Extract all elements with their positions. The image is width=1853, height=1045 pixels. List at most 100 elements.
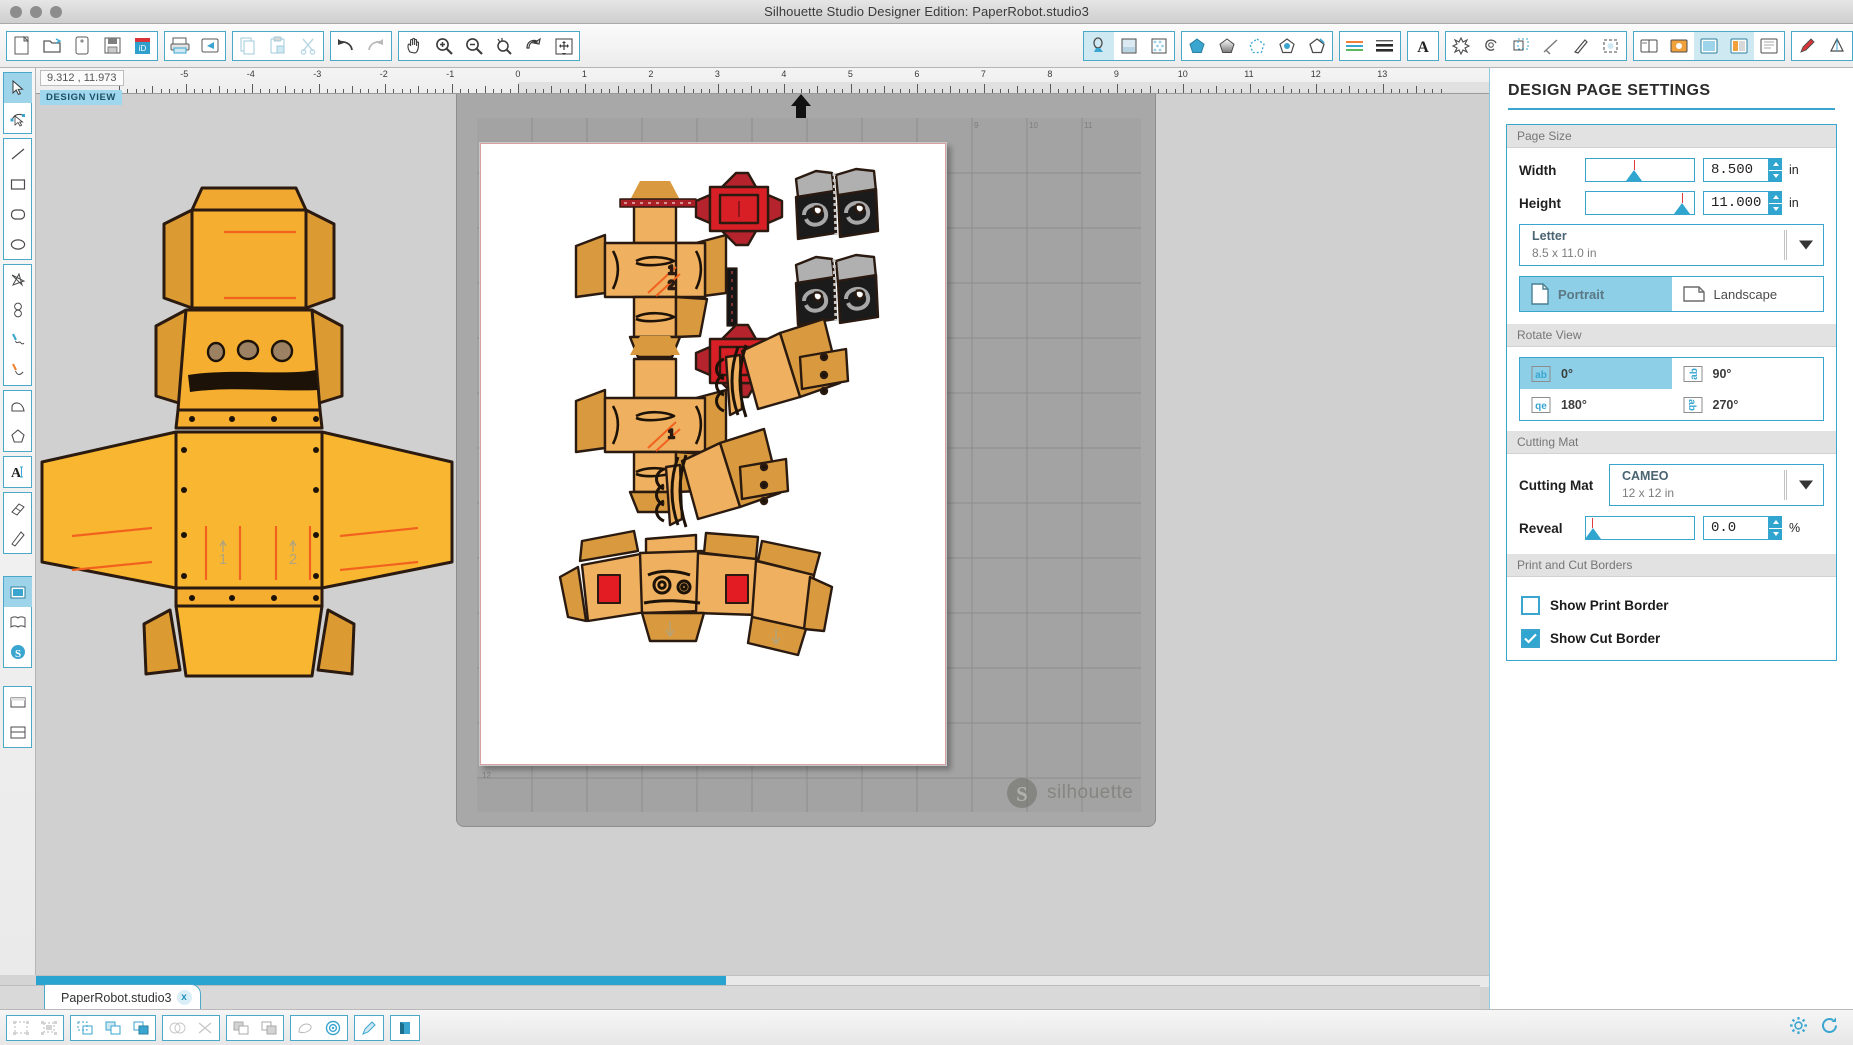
open-folder-icon[interactable]: [37, 32, 67, 60]
width-stepper[interactable]: [1769, 158, 1782, 182]
sketch-pen-icon[interactable]: [355, 1016, 383, 1040]
design-page-icon[interactable]: [1694, 31, 1724, 60]
cut-settings-icon[interactable]: [1754, 32, 1784, 60]
preferences-gear-icon[interactable]: [1789, 1016, 1808, 1040]
line-thickness-icon[interactable]: [1340, 32, 1370, 60]
show-cut-border-checkbox[interactable]: [1521, 629, 1540, 648]
reveal-stepper[interactable]: [1769, 516, 1782, 540]
zoom-out-icon[interactable]: [459, 32, 489, 60]
height-stepper[interactable]: [1769, 191, 1782, 215]
line-style-icon[interactable]: [1302, 32, 1332, 60]
rotate-180-button[interactable]: qe 180°: [1520, 389, 1672, 420]
close-window-button[interactable]: [10, 5, 22, 18]
freehand-tool-icon[interactable]: [4, 325, 32, 355]
page-fill-icon[interactable]: [1114, 32, 1144, 60]
minimize-window-button[interactable]: [30, 5, 42, 18]
cutting-mat-dropdown[interactable]: CAMEO 12 x 12 in: [1609, 464, 1824, 506]
send-view-icon[interactable]: [4, 687, 32, 717]
page-size-preset-dropdown[interactable]: Letter 8.5 x 11.0 in: [1519, 224, 1824, 266]
group-icon[interactable]: [7, 1016, 35, 1040]
orientation-portrait-button[interactable]: Portrait: [1520, 277, 1672, 311]
show-print-border-checkbox[interactable]: [1521, 596, 1540, 615]
bring-to-front-icon[interactable]: [99, 1016, 127, 1040]
preview-view-icon[interactable]: [4, 717, 32, 747]
show-print-border-row[interactable]: Show Print Border: [1521, 596, 1824, 615]
undo-arrow-icon[interactable]: [331, 32, 361, 60]
offset-ring-icon[interactable]: [319, 1016, 347, 1040]
transform-icon[interactable]: [1446, 32, 1476, 60]
fill-pattern-icon[interactable]: [1242, 32, 1272, 60]
send-panel-icon[interactable]: [1724, 31, 1754, 60]
height-stepper-up[interactable]: [1769, 191, 1782, 204]
page-flip-icon[interactable]: [391, 1016, 419, 1040]
line-tool-icon[interactable]: [4, 139, 32, 169]
width-stepper-up[interactable]: [1769, 158, 1782, 171]
scissors-cut-icon[interactable]: [293, 32, 323, 60]
library-view-icon[interactable]: [4, 607, 32, 637]
reveal-slider[interactable]: [1585, 516, 1695, 540]
refresh-icon[interactable]: [1820, 1016, 1839, 1040]
page-pattern-icon[interactable]: [1144, 32, 1174, 60]
window-controls[interactable]: [10, 5, 62, 18]
replicate-icon[interactable]: [1476, 32, 1506, 60]
pan-hand-icon[interactable]: [399, 32, 429, 60]
chevron-down-icon[interactable]: [1799, 480, 1813, 490]
printer-icon[interactable]: [165, 32, 195, 60]
design-page[interactable]: 1 2 1: [479, 142, 947, 766]
store-icon[interactable]: [1664, 32, 1694, 60]
text-style-bars-icon[interactable]: [1370, 32, 1400, 60]
height-slider[interactable]: [1585, 191, 1695, 215]
rounded-rectangle-tool-icon[interactable]: [4, 199, 32, 229]
text-tool-icon[interactable]: A: [4, 457, 32, 487]
fit-to-window-icon[interactable]: [519, 32, 549, 60]
reveal-stepper-down[interactable]: [1769, 528, 1782, 540]
offset-icon[interactable]: [1506, 32, 1536, 60]
save-floppy-icon[interactable]: [97, 32, 127, 60]
zoom-fit-page-icon[interactable]: [549, 32, 579, 60]
width-stepper-down[interactable]: [1769, 170, 1782, 182]
store-library-icon[interactable]: iD: [127, 32, 157, 60]
rotate-0-button[interactable]: ab 0°: [1520, 358, 1672, 389]
design-page-settings-icon[interactable]: [1084, 31, 1114, 60]
redo-arrow-icon[interactable]: [361, 32, 391, 60]
height-stepper-down[interactable]: [1769, 203, 1782, 215]
edit-points-icon[interactable]: [4, 103, 32, 133]
select-arrow-icon[interactable]: [4, 73, 32, 103]
ellipse-tool-icon[interactable]: [4, 229, 32, 259]
eraser-tool-icon[interactable]: [4, 493, 32, 523]
send-to-cut-icon[interactable]: [195, 32, 225, 60]
reveal-input[interactable]: 0.0: [1703, 516, 1769, 540]
shadow-icon[interactable]: [291, 1016, 319, 1040]
knife-icon[interactable]: [1566, 32, 1596, 60]
library-icon[interactable]: [1634, 32, 1664, 60]
artwork-robot-body-large[interactable]: 1 2: [36, 180, 454, 680]
paste-icon[interactable]: [263, 32, 293, 60]
rotate-90-button[interactable]: ab 90°: [1672, 358, 1824, 389]
chevron-down-icon[interactable]: [1799, 240, 1813, 250]
curve-tool-icon[interactable]: [4, 295, 32, 325]
detach-lines-icon[interactable]: [191, 1016, 219, 1040]
trace-icon[interactable]: [1596, 32, 1626, 60]
send-to-back-icon[interactable]: [127, 1016, 155, 1040]
show-cut-border-row[interactable]: Show Cut Border: [1521, 629, 1824, 648]
sketch-pen-fill-icon[interactable]: [1792, 32, 1822, 60]
rectangle-tool-icon[interactable]: [4, 169, 32, 199]
orientation-landscape-button[interactable]: Landscape: [1672, 277, 1824, 311]
new-from-mat-icon[interactable]: [67, 32, 97, 60]
text-options-icon[interactable]: A: [1408, 32, 1438, 60]
regular-polygon-tool-icon[interactable]: [4, 421, 32, 451]
arrange-icon[interactable]: [255, 1016, 283, 1040]
smooth-freehand-tool-icon[interactable]: [4, 355, 32, 385]
zoom-window-button[interactable]: [50, 5, 62, 18]
modify-icon[interactable]: [1822, 32, 1852, 60]
cutting-mat[interactable]: 9 10 11 12 1 2 1 S silhouette: [456, 94, 1156, 827]
ungroup-icon[interactable]: [35, 1016, 63, 1040]
rotate-270-button[interactable]: ab 270°: [1672, 389, 1824, 420]
fill-color-icon[interactable]: [1182, 32, 1212, 60]
copy-icon[interactable]: [233, 32, 263, 60]
new-document-icon[interactable]: [7, 32, 37, 60]
make-compound-path-icon[interactable]: [71, 1016, 99, 1040]
zoom-selection-icon[interactable]: [489, 32, 519, 60]
artwork-cut-pieces[interactable]: 1 2 1: [480, 143, 948, 767]
height-input[interactable]: 11.000: [1703, 191, 1769, 215]
